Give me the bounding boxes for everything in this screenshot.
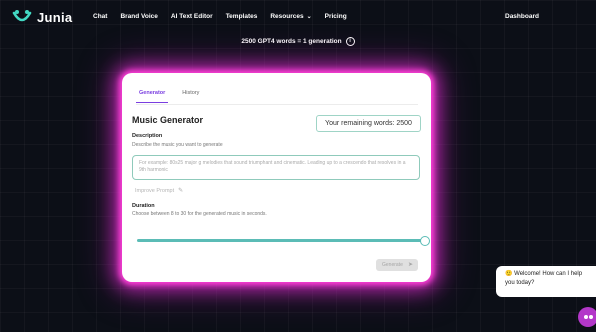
chat-bot-icon-eye <box>589 315 593 319</box>
improve-prompt-label: Improve Prompt <box>135 188 175 194</box>
duration-help: Choose between 8 to 30 for the generated… <box>132 211 267 217</box>
tab-bar: Generator History <box>136 90 199 103</box>
send-icon: ➤ <box>407 262 413 268</box>
chevron-down-icon: ⌄ <box>306 14 312 20</box>
nav-link-pricing[interactable]: Pricing <box>325 13 347 20</box>
chat-avatar-icon: 🙂 <box>505 271 513 277</box>
credits-text: 2500 GPT4 words = 1 generation <box>241 38 342 46</box>
duration-slider-thumb[interactable] <box>420 236 430 246</box>
chat-welcome-bubble[interactable]: 🙂 Welcome! How can I help you today? <box>496 266 596 297</box>
remaining-words-badge: Your remaining words: 2500 <box>316 115 421 132</box>
description-label: Description <box>132 133 163 139</box>
nav-link-resources-label: Resources <box>270 13 304 20</box>
brand-name: Junia <box>37 9 73 25</box>
info-icon[interactable]: i <box>345 37 355 46</box>
nav-link-ai-text-editor[interactable]: AI Text Editor <box>171 13 213 20</box>
chat-launcher-button[interactable] <box>578 307 596 327</box>
chat-welcome-text: Welcome! How can I help you today? <box>505 271 583 286</box>
duration-label: Duration <box>132 203 155 209</box>
nav-link-chat[interactable]: Chat <box>93 13 107 20</box>
improve-prompt-button[interactable]: Improve Prompt ✎ <box>135 187 183 194</box>
nav-links: Chat Brand Voice AI Text Editor Template… <box>93 13 347 20</box>
description-input[interactable]: For example: 80s25 major g melodies that… <box>132 155 420 180</box>
tab-generator[interactable]: Generator <box>136 90 169 103</box>
page-title: Music Generator <box>132 115 204 125</box>
generate-button[interactable]: Generate ➤ <box>376 259 418 271</box>
description-help: Describe the music you want to generate <box>132 142 223 148</box>
top-navbar: Junia Chat Brand Voice AI Text Editor Te… <box>0 0 596 34</box>
duration-slider-track[interactable] <box>137 239 425 242</box>
chat-bot-icon <box>584 315 588 319</box>
credits-banner: 2500 GPT4 words = 1 generation i <box>0 37 596 46</box>
brand-logo[interactable]: Junia <box>12 9 72 25</box>
magic-wand-icon: ✎ <box>178 188 184 194</box>
generate-label: Generate <box>382 262 403 268</box>
nav-link-templates[interactable]: Templates <box>226 13 258 20</box>
tab-divider <box>136 104 418 105</box>
dashboard-link[interactable]: Dashboard <box>505 13 539 20</box>
music-generator-card: Generator History Music Generator Your r… <box>122 73 431 282</box>
nav-link-brand-voice[interactable]: Brand Voice <box>120 13 157 20</box>
junia-logo-icon <box>12 10 32 22</box>
tab-history[interactable]: History <box>182 90 199 103</box>
nav-link-resources[interactable]: Resources ⌄ <box>270 13 311 20</box>
